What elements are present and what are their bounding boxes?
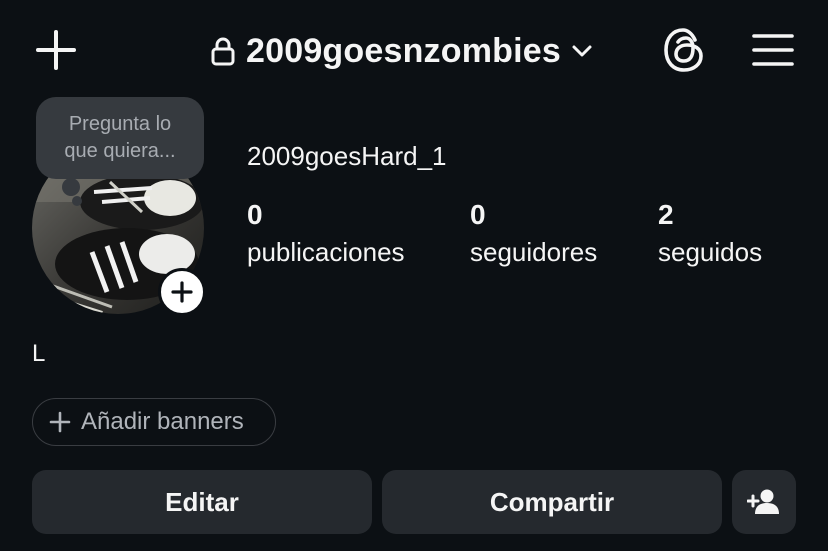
hamburger-menu-icon [752, 34, 794, 66]
account-switcher[interactable]: 2009goesnzombies [210, 26, 593, 76]
plus-icon [36, 30, 76, 70]
bio-text: L [32, 340, 46, 367]
create-button[interactable] [30, 24, 82, 76]
threads-button[interactable] [658, 24, 710, 76]
stat-posts-count: 0 [247, 199, 263, 230]
note-bubble-tail [62, 178, 80, 196]
stat-following-label: seguidos [658, 237, 763, 267]
profile-username: 2009goesnzombies [246, 31, 561, 70]
stat-followers-label: seguidores [470, 237, 598, 267]
stat-followers[interactable]: 0 seguidores [470, 198, 597, 272]
chevron-down-icon [572, 45, 592, 57]
note-bubble-tail-dot [72, 196, 82, 206]
add-person-icon [747, 489, 779, 514]
display-name: 2009goesHard_1 [247, 141, 447, 171]
note-bubble[interactable]: Pregunta lo que quiera... [36, 97, 204, 179]
discover-people-button[interactable] [732, 470, 796, 534]
stat-posts-label: publicaciones [247, 237, 405, 267]
note-text: Pregunta lo que quiera... [64, 113, 176, 162]
threads-icon [664, 28, 703, 72]
stat-following-count: 2 [658, 199, 674, 230]
add-story-button[interactable] [158, 268, 206, 316]
plus-icon [49, 411, 71, 433]
lock-icon [211, 37, 235, 66]
stat-followers-count: 0 [470, 199, 486, 230]
stat-following[interactable]: 2 seguidos [658, 198, 762, 272]
share-profile-button[interactable]: Compartir [382, 470, 722, 534]
add-banners-button[interactable]: Añadir banners [32, 398, 276, 446]
menu-button[interactable] [748, 24, 798, 76]
stat-posts[interactable]: 0 publicaciones [247, 198, 405, 272]
add-banners-label: Añadir banners [81, 408, 244, 435]
plus-icon [171, 281, 193, 303]
edit-profile-button[interactable]: Editar [32, 470, 372, 534]
